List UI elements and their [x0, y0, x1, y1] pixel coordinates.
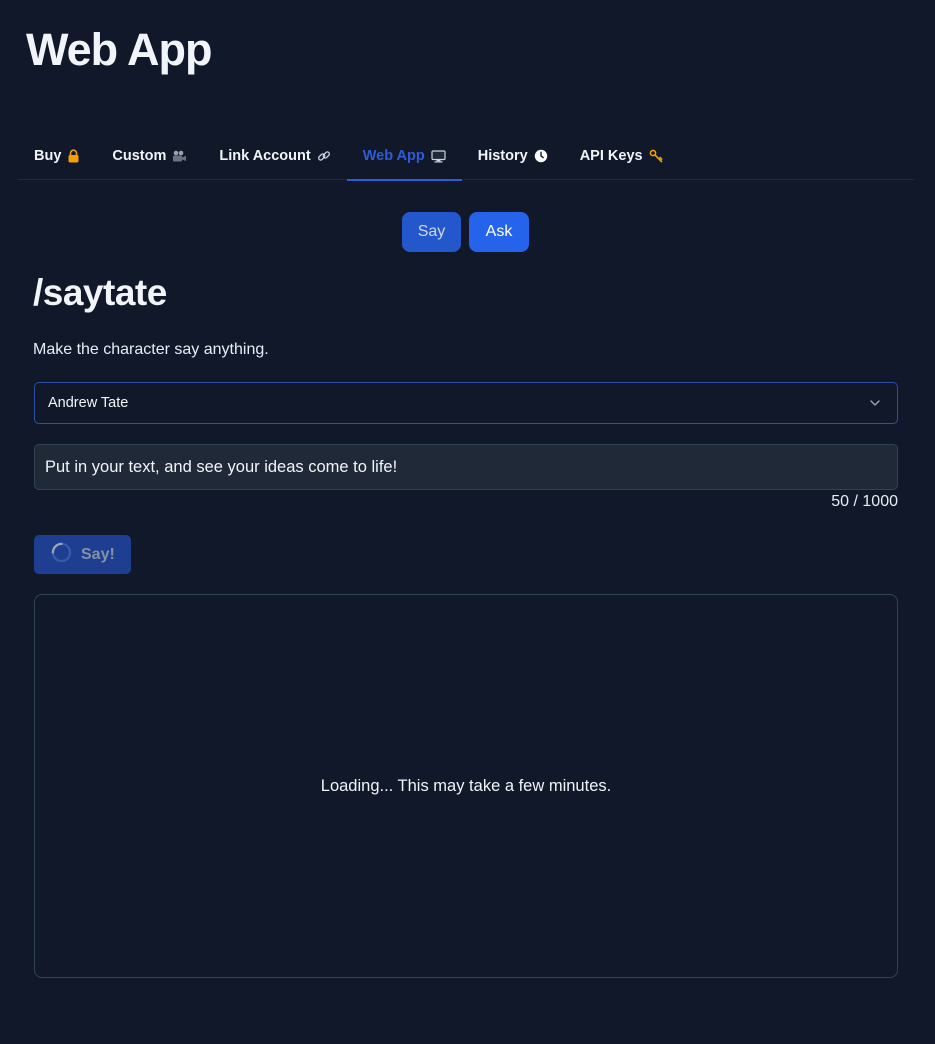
tab-web-app[interactable]: Web App: [346, 132, 462, 181]
submit-label: Say!: [81, 545, 115, 563]
tab-bar: Buy Custom Link Account Web App History …: [18, 132, 914, 181]
mode-toggle: Say Ask: [402, 212, 529, 252]
text-input[interactable]: Put in your text, and see your ideas com…: [34, 444, 898, 490]
lock-icon: [67, 149, 80, 163]
tab-custom[interactable]: Custom: [96, 132, 203, 180]
tab-label: Link Account: [219, 148, 311, 164]
say-submit-button[interactable]: Say!: [34, 535, 131, 574]
app-title: Web App: [26, 24, 212, 75]
command-description: Make the character say anything.: [33, 341, 269, 358]
character-select-value: Andrew Tate: [48, 395, 129, 411]
loading-spinner-icon: [51, 542, 72, 568]
character-counter: 50 / 1000: [831, 493, 898, 510]
chevron-down-icon: [869, 397, 881, 413]
character-select[interactable]: Andrew Tate: [34, 382, 898, 424]
command-title: /saytate: [33, 272, 167, 313]
tab-buy[interactable]: Buy: [18, 132, 96, 180]
tab-history[interactable]: History: [462, 132, 564, 180]
output-panel: Loading... This may take a few minutes.: [34, 594, 898, 978]
tab-api-keys[interactable]: API Keys: [564, 132, 679, 180]
tab-label: Buy: [34, 148, 62, 164]
text-input-value: Put in your text, and see your ideas com…: [45, 457, 398, 476]
clock-icon: [534, 149, 548, 163]
ask-mode-button[interactable]: Ask: [469, 212, 529, 252]
key-icon: [649, 149, 663, 163]
link-icon: [317, 149, 331, 163]
loading-status: Loading... This may take a few minutes.: [320, 776, 612, 795]
monitor-icon: [431, 149, 446, 163]
tab-link-account[interactable]: Link Account: [203, 132, 346, 180]
tab-label: History: [477, 148, 528, 164]
tab-label: Web App: [362, 148, 425, 164]
say-mode-button[interactable]: Say: [402, 212, 461, 252]
video-camera-icon: [172, 150, 187, 163]
tab-label: Custom: [112, 148, 167, 164]
tab-label: API Keys: [579, 148, 643, 164]
